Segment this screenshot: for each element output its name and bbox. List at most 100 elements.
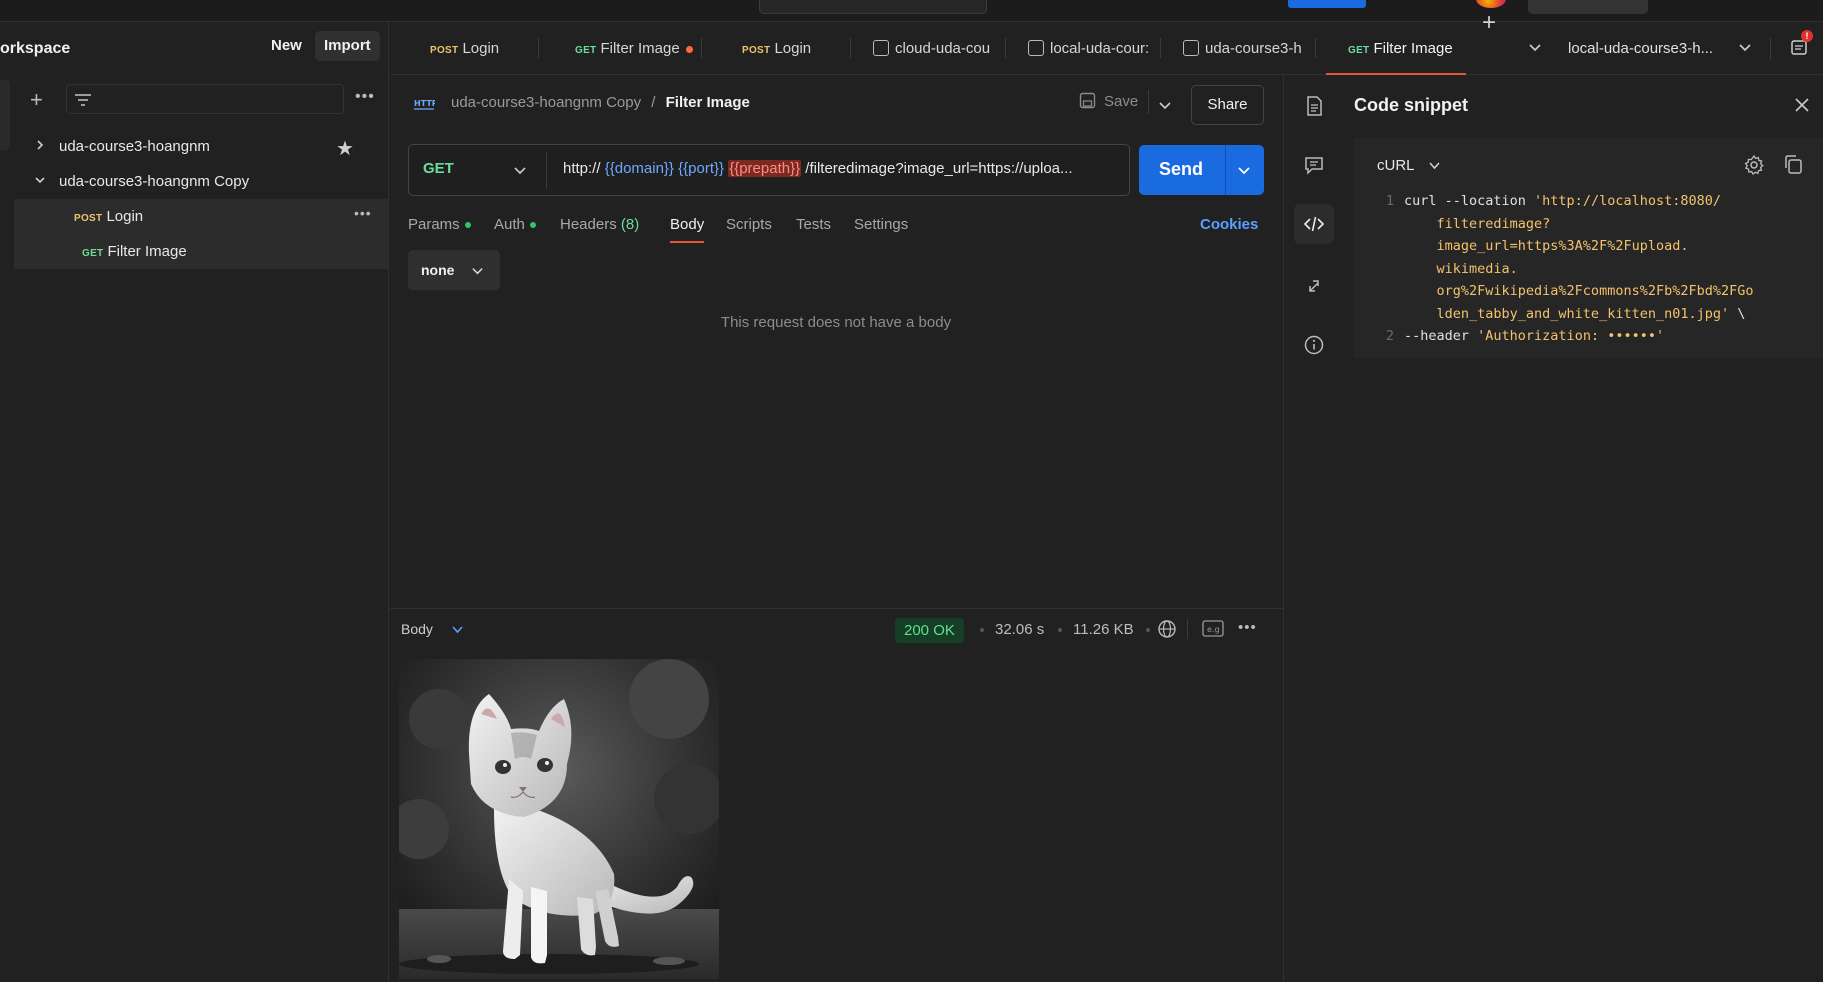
import-button[interactable]: Import xyxy=(315,31,380,61)
response-body-tab[interactable]: Body xyxy=(401,621,433,637)
copy-icon[interactable] xyxy=(1783,154,1804,175)
tab-label: uda-course3-h xyxy=(1205,40,1302,57)
code-snippet[interactable]: 1 curl --location 'http://localhost:8080/… xyxy=(1380,190,1820,348)
tab-label: Auth xyxy=(494,216,525,233)
documentation-icon[interactable] xyxy=(1302,94,1326,118)
method-badge: POST xyxy=(742,45,771,56)
upgrade-pill[interactable] xyxy=(1528,0,1648,14)
response-time[interactable]: 32.06 s xyxy=(995,621,1044,638)
tree-item-collection-copy[interactable]: uda-course3-hoangnm Copy xyxy=(14,164,388,199)
code-snippet-toggle[interactable] xyxy=(1294,204,1334,244)
response-size[interactable]: 11.26 KB xyxy=(1073,621,1134,638)
top-header-strip xyxy=(0,0,1823,22)
share-button[interactable]: Share xyxy=(1191,85,1264,125)
add-collection-icon[interactable]: + xyxy=(30,87,43,113)
tab-flow[interactable]: uda-course3-h xyxy=(1161,22,1316,75)
save-button[interactable]: Save xyxy=(1079,86,1138,118)
avatar[interactable] xyxy=(1476,0,1506,8)
environment-icon xyxy=(1028,40,1044,56)
url-prefix: http:// xyxy=(563,160,601,177)
filter-icon[interactable] xyxy=(74,92,92,108)
method-badge: GET xyxy=(82,248,104,259)
save-chevron-down-icon[interactable] xyxy=(1158,98,1172,112)
body-type-select[interactable]: none xyxy=(408,250,500,290)
new-button[interactable]: New xyxy=(262,31,311,61)
tree-item-label: uda-course3-hoangnm Copy xyxy=(59,173,250,190)
response-divider[interactable] xyxy=(390,608,1283,609)
info-icon[interactable] xyxy=(1302,333,1326,357)
chevron-down-icon[interactable] xyxy=(451,623,464,636)
url-input[interactable]: http:// {{domain}} {{port}} {{prepath}} … xyxy=(563,160,1123,177)
url-bar: GET http:// {{domain}} {{port}} {{prepat… xyxy=(408,144,1130,196)
divider xyxy=(1770,38,1771,60)
code-icon xyxy=(1303,216,1325,232)
sidebar-more-icon[interactable]: ••• xyxy=(355,88,375,106)
chevron-down-icon[interactable] xyxy=(1428,159,1441,172)
status-badge[interactable]: 200 OK xyxy=(895,618,964,643)
chevron-right-icon[interactable] xyxy=(34,139,46,151)
tree-item-request-filter-image[interactable]: GET Filter Image xyxy=(14,234,388,269)
tab-env-local[interactable]: local-uda-cour: xyxy=(1006,22,1161,75)
send-button[interactable]: Send xyxy=(1139,145,1264,195)
cookies-link[interactable]: Cookies xyxy=(1200,216,1258,233)
tab-label: Filter Image xyxy=(1373,40,1453,57)
kitten-image xyxy=(399,659,719,979)
code-line: wikimedia. xyxy=(1380,258,1820,281)
save-example-icon[interactable]: e.g xyxy=(1202,620,1224,637)
code-string: image_url=https%3A%2F%2Fupload. xyxy=(1404,238,1689,254)
chevron-down-icon[interactable] xyxy=(34,174,46,186)
globe-icon[interactable] xyxy=(1157,619,1177,639)
code-string: org%2Fwikipedia%2Fcommons%2Fb%2Fbd%2FGo xyxy=(1404,283,1754,299)
tab-tests[interactable]: Tests xyxy=(796,216,831,233)
body-type-label: none xyxy=(421,262,455,278)
tree-item-collection[interactable]: uda-course3-hoangnm ★ xyxy=(14,129,388,164)
invite-button[interactable] xyxy=(1288,0,1366,8)
global-search-box[interactable] xyxy=(759,0,987,14)
tab-scripts[interactable]: Scripts xyxy=(726,216,772,233)
tab-post-login-2[interactable]: POST Login xyxy=(702,22,851,75)
code-string: 'Authorization: ••••••' xyxy=(1477,328,1665,344)
related-collections-icon[interactable] xyxy=(1302,273,1326,297)
code-text: --header 'Authorization: ••••••' xyxy=(1404,325,1664,348)
tab-params[interactable]: Params xyxy=(408,216,471,233)
tree-item-label: POST Login xyxy=(74,208,143,225)
code-text: image_url=https%3A%2F%2Fupload. xyxy=(1404,235,1689,258)
response-more-icon[interactable]: ••• xyxy=(1238,619,1257,636)
chevron-down-icon[interactable] xyxy=(1738,40,1752,54)
row-more-icon[interactable]: ••• xyxy=(354,205,372,221)
tab-get-filter-image-active[interactable]: GET Filter Image xyxy=(1326,22,1466,75)
new-tab-icon[interactable]: + xyxy=(1482,9,1496,37)
sidebar: orkspace New Import + ••• uda-course3-ho… xyxy=(0,22,389,982)
tab-auth[interactable]: Auth xyxy=(494,216,536,233)
comments-icon[interactable] xyxy=(1302,153,1326,177)
send-options-chevron-icon[interactable] xyxy=(1237,163,1251,177)
active-dot-icon xyxy=(529,222,536,229)
save-icon xyxy=(1079,92,1096,109)
environment-select[interactable]: local-uda-course3-h... xyxy=(1568,22,1713,75)
right-panel-divider[interactable] xyxy=(1283,75,1284,982)
tab-body[interactable]: Body xyxy=(670,216,705,243)
code-line: lden_tabby_and_white_kitten_n01.jpg' \ xyxy=(1380,303,1820,326)
star-icon[interactable]: ★ xyxy=(336,136,354,161)
code-line: org%2Fwikipedia%2Fcommons%2Fb%2Fbd%2FGo xyxy=(1380,280,1820,303)
tab-label: cloud-uda-cou xyxy=(895,40,991,57)
language-select[interactable]: cURL xyxy=(1377,157,1415,174)
tabs-chevron-down-icon[interactable] xyxy=(1528,40,1542,54)
method-select[interactable]: GET xyxy=(423,160,454,177)
response-image xyxy=(399,659,719,979)
tab-settings[interactable]: Settings xyxy=(854,216,908,233)
chevron-down-icon[interactable] xyxy=(513,163,527,177)
sidebar-search-input[interactable] xyxy=(66,84,344,114)
separator-dot xyxy=(1058,628,1062,632)
tab-post-login[interactable]: POST Login xyxy=(390,22,539,75)
breadcrumb-current[interactable]: Filter Image xyxy=(666,94,750,111)
tree-item-request-login[interactable]: POST Login ••• xyxy=(14,199,388,234)
method-badge: GET xyxy=(1348,45,1370,56)
gear-icon[interactable] xyxy=(1743,154,1765,176)
tab-get-filter-image[interactable]: GET Filter Image xyxy=(539,22,702,75)
tab-env-cloud[interactable]: cloud-uda-cou xyxy=(851,22,1006,75)
tab-headers[interactable]: Headers (8) xyxy=(560,216,639,233)
close-icon[interactable] xyxy=(1793,96,1811,114)
breadcrumb-parent[interactable]: uda-course3-hoangnm Copy xyxy=(451,94,641,111)
code-text: org%2Fwikipedia%2Fcommons%2Fb%2Fbd%2FGo xyxy=(1404,280,1754,303)
